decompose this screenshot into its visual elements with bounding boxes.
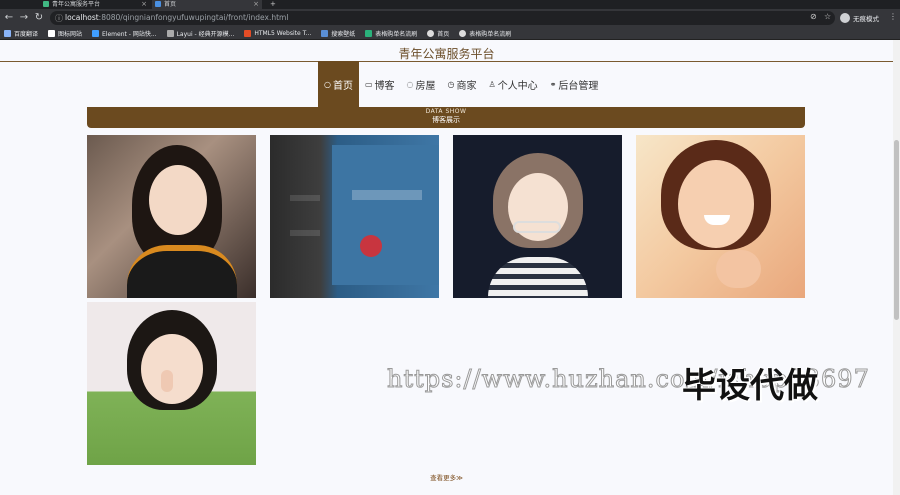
forward-icon[interactable]: → [18, 12, 30, 24]
nav-shop[interactable]: ◷ 商家 [442, 61, 483, 107]
bookmark-item[interactable]: 首页 [427, 29, 449, 38]
avatar [840, 13, 850, 23]
finger-shape [161, 370, 173, 392]
house-icon: ◌ [406, 79, 414, 89]
back-icon[interactable]: ← [3, 12, 15, 24]
scrollbar-thumb[interactable] [894, 140, 899, 320]
glasses-shape [513, 221, 561, 233]
nav-label: 房屋 [415, 80, 436, 92]
nav-blog[interactable]: ▭ 博客 [359, 61, 401, 107]
nav-user-center[interactable]: ♙ 个人中心 [483, 61, 544, 107]
page-scrollbar[interactable] [893, 40, 900, 495]
site-title: 青年公寓服务平台 [398, 47, 495, 61]
vue-icon [43, 1, 49, 7]
page-content: 青年公寓服务平台 ○ 首页 ▭ 博客 ◌ 房屋 ◷ 商家 ♙ 个人中心 ⚭ 后台… [0, 40, 893, 495]
url-text: localhost:8080/qingnianfongyufuwupingtai… [65, 13, 289, 22]
blog-image[interactable] [453, 135, 622, 298]
blog-icon: ▭ [364, 79, 373, 89]
user-icon: ♙ [488, 79, 496, 89]
bookmark-icon [244, 29, 252, 37]
blog-image[interactable] [87, 135, 256, 298]
shirt-shape [488, 257, 588, 298]
bookmark-item[interactable]: Layui - 经典开源模... [166, 29, 234, 38]
globe-icon [459, 29, 467, 37]
bookmark-item[interactable]: 表格购单名流刷 [459, 29, 511, 38]
wall-text-shape [290, 230, 320, 236]
screen-shape [332, 145, 439, 285]
face-shape [141, 334, 203, 404]
globe-icon [427, 29, 435, 37]
section-title: 博客展示 [432, 116, 460, 124]
shop-icon: ◷ [447, 79, 455, 89]
browser-tab-1[interactable]: 青年公寓服务平台 × [40, 0, 150, 9]
bookmark-item[interactable]: 图标网站 [48, 29, 82, 38]
bookmark-item[interactable]: 百度翻译 [4, 29, 38, 38]
eye-off-icon[interactable]: ⊘ [810, 12, 817, 21]
blog-image[interactable] [87, 302, 256, 465]
bookmark-icon [4, 29, 11, 37]
view-more-link[interactable]: 查看更多≫ [0, 472, 893, 482]
browser-tab-2[interactable]: 首页 × [152, 0, 262, 9]
bookmark-icon [92, 29, 100, 37]
profile-label: 无痕模式 [853, 15, 879, 23]
nav-label: 个人中心 [497, 80, 538, 92]
home-icon: ○ [324, 79, 331, 89]
page-icon [155, 1, 161, 7]
address-bar[interactable]: ⓘ localhost:8080/qingnianfongyufuwupingt… [50, 11, 835, 25]
menu-icon[interactable]: ⋮ [889, 12, 897, 21]
bookmark-icon [321, 29, 329, 37]
face-shape [678, 160, 754, 248]
bookmark-item[interactable]: Element - 网站快... [92, 29, 157, 38]
record-button-shape [360, 235, 382, 257]
nav-label: 商家 [456, 80, 477, 92]
nav-home[interactable]: ○ 首页 [318, 61, 359, 107]
nav-label: 后台管理 [558, 80, 599, 92]
close-icon[interactable]: × [141, 0, 147, 9]
new-tab-icon[interactable]: + [270, 0, 276, 9]
reload-icon[interactable]: ↻ [33, 12, 45, 24]
browser-tab-label: 青年公寓服务平台 [52, 1, 101, 8]
main-nav: ○ 首页 ▭ 博客 ◌ 房屋 ◷ 商家 ♙ 个人中心 ⚭ 后台管理 [318, 61, 604, 107]
bookmark-icon [48, 29, 56, 37]
wall-text-shape [290, 195, 320, 201]
nav-house[interactable]: ◌ 房屋 [401, 61, 442, 107]
nav-label: 首页 [332, 80, 353, 92]
link-icon: ⚭ [549, 79, 557, 89]
bookmark-icon [166, 29, 174, 37]
star-icon[interactable]: ☆ [824, 12, 831, 21]
section-banner: DATA SHOW 博客展示 [87, 107, 805, 128]
browser-tab-label: 首页 [164, 1, 177, 8]
screen-logo-shape [352, 190, 422, 200]
bookmark-item[interactable]: 搜索壁纸 [321, 29, 355, 38]
bookmark-item[interactable]: 表格购单名流刷 [365, 29, 417, 38]
bookmarks-bar: 百度翻译 图标网站 Element - 网站快... Layui - 经典开源模… [0, 27, 900, 40]
browser-toolbar: ← → ↻ ⓘ localhost:8080/qingnianfongyufuw… [0, 9, 900, 27]
blog-image[interactable] [270, 135, 439, 298]
blog-image[interactable] [636, 135, 805, 298]
shirt-shape [127, 245, 237, 298]
browser-tab-bar: 青年公寓服务平台 × 首页 × + [0, 0, 900, 9]
profile-button[interactable]: 无痕模式 [840, 11, 879, 25]
bookmark-icon [365, 29, 373, 37]
nav-label: 博客 [374, 80, 395, 92]
section-title-en: DATA SHOW [425, 108, 467, 115]
nav-admin[interactable]: ⚭ 后台管理 [544, 61, 605, 107]
info-icon: ⓘ [55, 14, 63, 23]
hand-shape [716, 250, 761, 288]
bookmark-item[interactable]: HTML5 Website T... [244, 29, 311, 37]
face-shape [149, 165, 207, 235]
watermark-tag: 毕设代做 [682, 366, 818, 406]
close-icon[interactable]: × [253, 0, 259, 9]
